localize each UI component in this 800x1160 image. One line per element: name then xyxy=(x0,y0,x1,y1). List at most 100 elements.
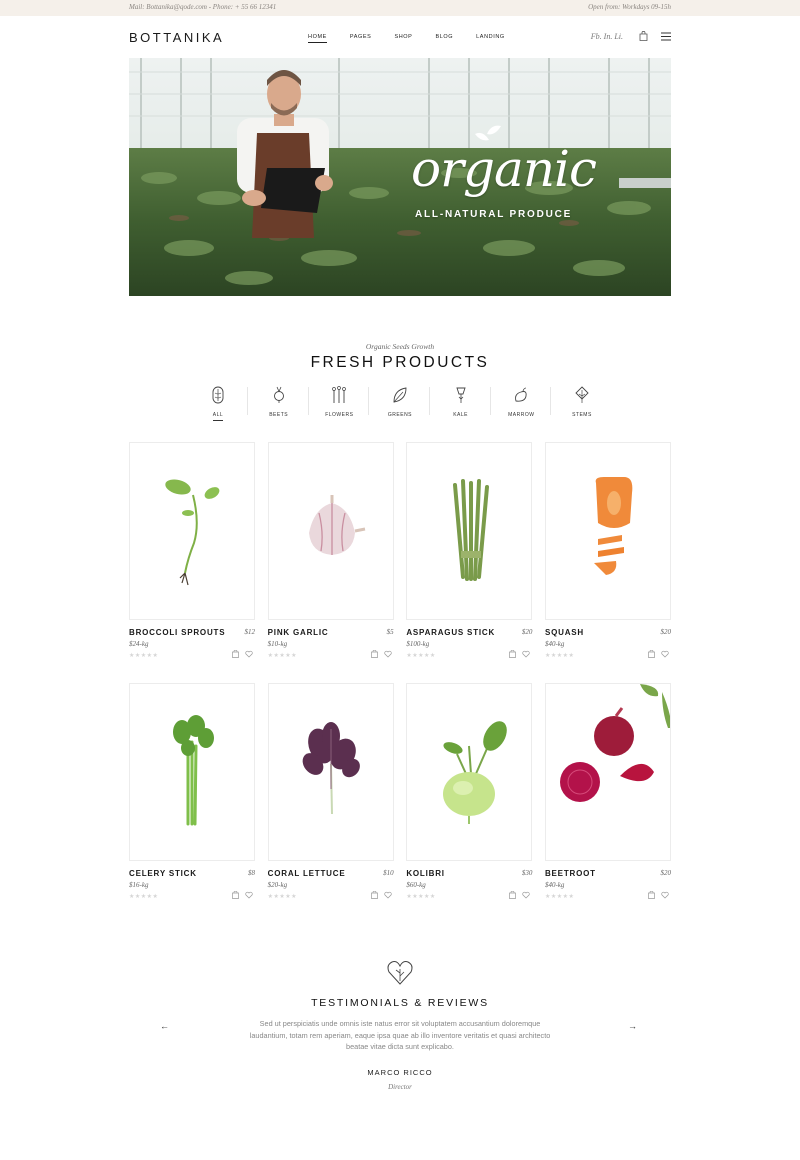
product-unit-price: $100-kg xyxy=(406,640,430,648)
filter-beets[interactable]: BEETS xyxy=(253,383,309,423)
section-eyebrow: Organic Seeds Growth xyxy=(365,342,435,351)
product-price: $30 xyxy=(521,869,533,877)
leaf-heart-icon xyxy=(387,961,413,985)
testimonial-quote: Sed ut perspiciatis unde omnis iste natu… xyxy=(249,1019,551,1051)
product-card[interactable]: CORAL LETTUCE $10 $20-kg ★★★★★ xyxy=(267,683,394,900)
rating-stars: ★★★★★ xyxy=(544,894,575,900)
hero-subtitle: ALL-NATURAL PRODUCE xyxy=(415,209,573,220)
product-price: $20 xyxy=(660,628,671,636)
nav-home[interactable]: HOME xyxy=(308,34,327,43)
product-price: $5 xyxy=(386,628,394,636)
filter-marrow[interactable]: MARROW xyxy=(495,383,552,423)
add-to-cart-icon[interactable] xyxy=(232,650,239,658)
product-image[interactable] xyxy=(406,442,533,620)
nav-shop[interactable]: SHOP xyxy=(394,34,412,43)
product-unit-price: $40-kg xyxy=(544,640,565,648)
wishlist-heart-icon[interactable] xyxy=(245,891,253,899)
product-name[interactable]: CORAL LETTUCE xyxy=(268,869,346,878)
section-title: FRESH PRODUCTS xyxy=(310,354,490,371)
product-name[interactable]: BEETROOT xyxy=(545,869,596,878)
filter-label: FLOWERS xyxy=(325,412,354,418)
header-actions: Fb. In. Li. xyxy=(591,31,671,41)
nav-landing[interactable]: LANDING xyxy=(476,34,505,43)
product-name[interactable]: ASPARAGUS STICK xyxy=(406,628,495,637)
wishlist-heart-icon[interactable] xyxy=(522,650,530,658)
testimonial-next-arrow[interactable]: → xyxy=(628,1021,637,1031)
product-card[interactable]: PINK GARLIC $5 $10-kg ★★★★★ xyxy=(267,442,394,659)
hero-banner: organic ALL-NATURAL PRODUCE xyxy=(129,58,671,296)
rating-stars: ★★★★★ xyxy=(544,653,575,659)
all-products-icon xyxy=(212,386,224,404)
add-to-cart-icon[interactable] xyxy=(232,891,239,899)
hamburger-menu-icon[interactable] xyxy=(661,32,671,41)
add-to-cart-icon[interactable] xyxy=(370,891,378,899)
wishlist-heart-icon[interactable] xyxy=(384,650,392,658)
nav-pages[interactable]: PAGES xyxy=(350,34,372,43)
social-links[interactable]: Fb. In. Li. xyxy=(591,32,623,41)
category-filters: ALL BEETS FLOWERS GREENS KALE MARROW STE… xyxy=(192,383,608,423)
product-image[interactable] xyxy=(544,683,671,861)
product-price: $10 xyxy=(383,869,394,877)
add-to-cart-icon[interactable] xyxy=(648,891,655,899)
wishlist-heart-icon[interactable] xyxy=(245,650,253,658)
add-to-cart-icon[interactable] xyxy=(370,650,378,658)
cart-icon[interactable] xyxy=(639,31,648,41)
product-name[interactable]: SQUASH xyxy=(545,628,584,637)
add-to-cart-icon[interactable] xyxy=(509,891,517,899)
testimonial-author: MARCO RICCO xyxy=(367,1068,433,1077)
divider xyxy=(247,387,248,415)
filter-kale[interactable]: KALE xyxy=(435,383,491,423)
product-card[interactable]: BROCCOLI SPROUTS $12 $24-kg ★★★★★ xyxy=(129,442,255,659)
product-price: $20 xyxy=(521,628,533,636)
site-logo[interactable]: BOTTANIKA xyxy=(129,30,224,45)
rating-stars: ★★★★★ xyxy=(267,653,298,659)
testimonial-prev-arrow[interactable]: ← xyxy=(160,1021,169,1031)
product-card[interactable]: SQUASH $20 $40-kg ★★★★★ xyxy=(544,442,671,659)
product-image[interactable] xyxy=(267,442,394,620)
filter-label: ALL xyxy=(212,412,224,421)
rating-stars: ★★★★★ xyxy=(267,894,298,900)
product-image[interactable] xyxy=(267,683,394,861)
filter-all[interactable]: ALL xyxy=(192,383,248,423)
product-unit-price: $60-kg xyxy=(406,881,426,889)
filter-label: GREENS xyxy=(387,412,413,418)
wishlist-heart-icon[interactable] xyxy=(522,891,530,899)
product-name[interactable]: CELERY STICK xyxy=(129,869,197,878)
product-image[interactable] xyxy=(129,683,255,861)
divider xyxy=(550,387,552,415)
rating-stars: ★★★★★ xyxy=(129,894,159,900)
testimonials-title: TESTIMONIALS & REVIEWS xyxy=(311,997,489,1009)
marrow-icon xyxy=(515,387,527,402)
filter-stems[interactable]: STEMS xyxy=(556,383,608,423)
wishlist-heart-icon[interactable] xyxy=(661,891,669,899)
filter-greens[interactable]: GREENS xyxy=(374,383,430,423)
product-card[interactable]: BEETROOT $20 $40-kg ★★★★★ xyxy=(544,683,671,900)
product-name[interactable]: KOLIBRI xyxy=(406,869,445,878)
rating-stars: ★★★★★ xyxy=(406,894,436,900)
filter-flowers[interactable]: FLOWERS xyxy=(313,383,370,423)
rating-stars: ★★★★★ xyxy=(129,653,159,659)
nav-blog[interactable]: BLOG xyxy=(435,34,453,43)
product-name[interactable]: BROCCOLI SPROUTS xyxy=(129,628,225,637)
stems-icon xyxy=(575,386,589,403)
product-card[interactable]: ASPARAGUS STICK $20 $100-kg ★★★★★ xyxy=(406,442,533,659)
filter-label: STEMS xyxy=(572,412,592,418)
filter-label: BEETS xyxy=(269,412,289,418)
add-to-cart-icon[interactable] xyxy=(509,650,517,658)
product-grid-row: CELERY STICK $8 $16-kg ★★★★★ CORAL LETTU… xyxy=(129,683,671,900)
hero-title: organic xyxy=(411,140,597,198)
add-to-cart-icon[interactable] xyxy=(648,650,655,658)
product-card[interactable]: CELERY STICK $8 $16-kg ★★★★★ xyxy=(129,683,255,900)
wishlist-heart-icon[interactable] xyxy=(384,891,392,899)
product-price: $20 xyxy=(660,869,671,877)
site-header: BOTTANIKA HOME PAGES SHOP BLOG LANDING F… xyxy=(129,29,671,47)
product-image[interactable] xyxy=(406,683,533,861)
product-card[interactable]: KOLIBRI $30 $60-kg ★★★★★ xyxy=(406,683,533,900)
contact-info: Mail: Bottanika@qode.com - Phone: + 55 6… xyxy=(129,3,277,11)
wishlist-heart-icon[interactable] xyxy=(661,650,669,658)
main-nav: HOME PAGES SHOP BLOG LANDING xyxy=(308,34,528,43)
product-image[interactable] xyxy=(544,442,671,620)
product-price: $8 xyxy=(248,869,255,877)
product-name[interactable]: PINK GARLIC xyxy=(268,628,329,637)
product-image[interactable] xyxy=(129,442,255,620)
